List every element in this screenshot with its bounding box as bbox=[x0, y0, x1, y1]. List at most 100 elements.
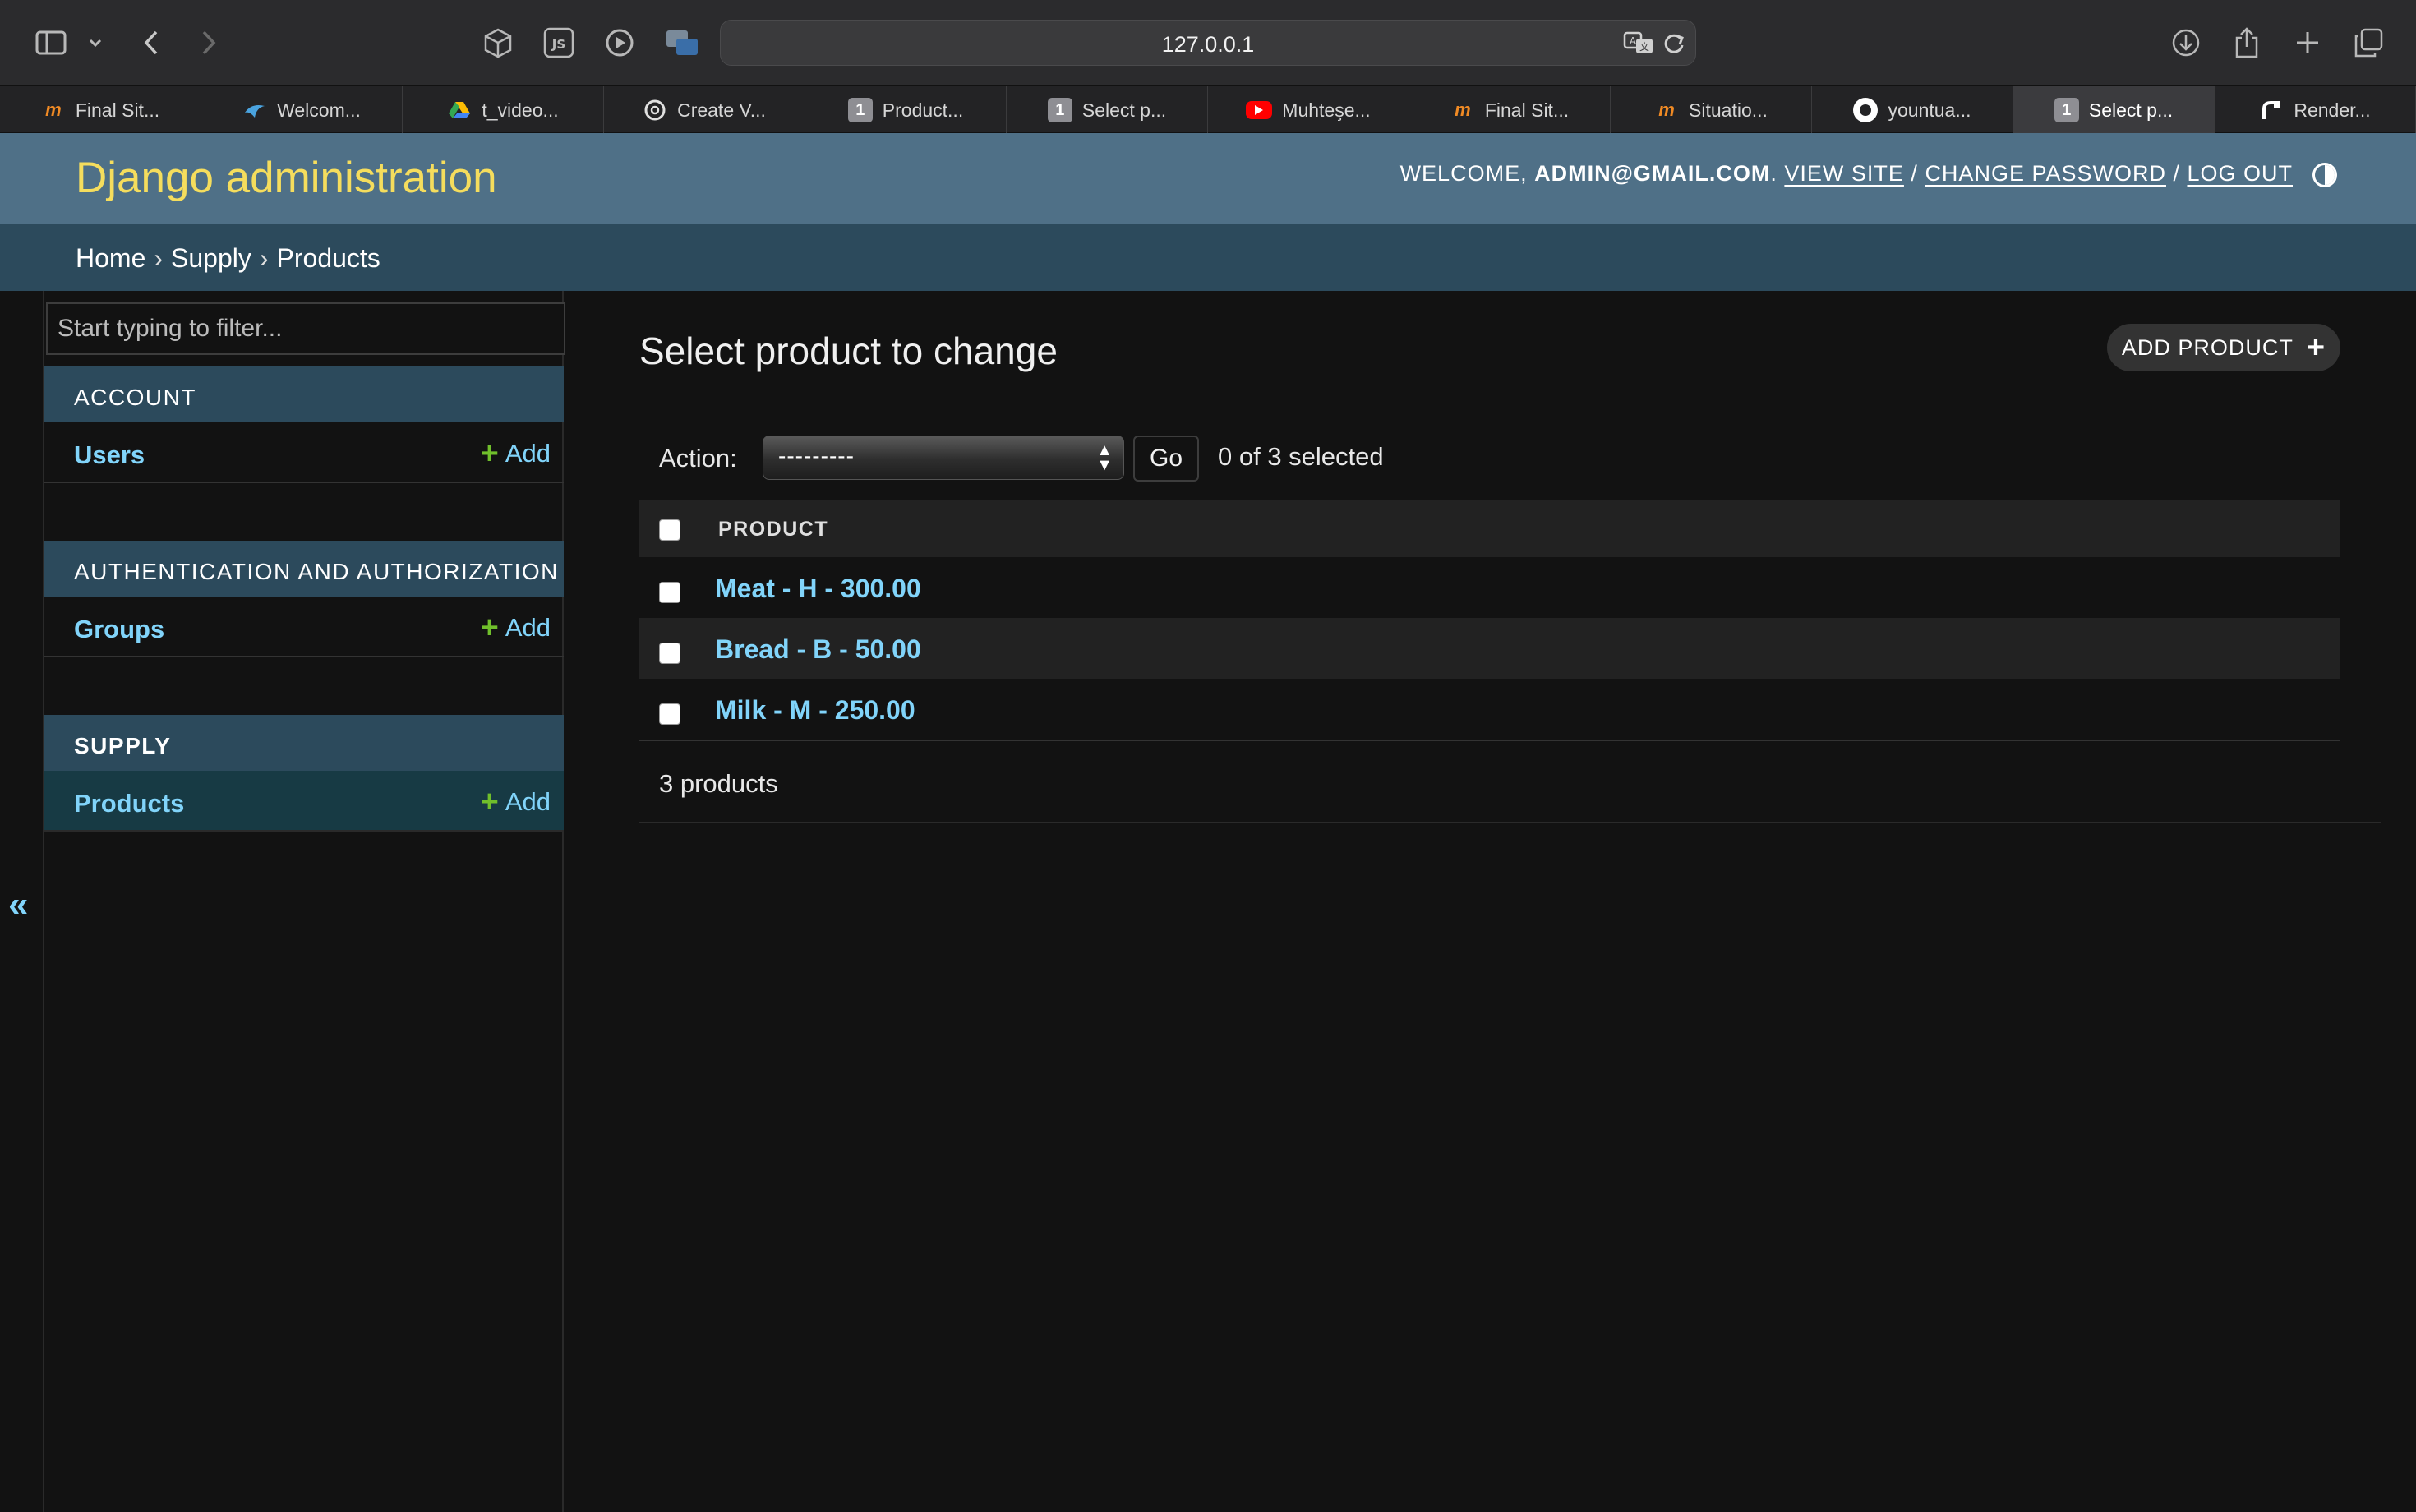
tab-overview-icon[interactable] bbox=[2352, 25, 2385, 61]
table-row: Milk - M - 250.00 bbox=[639, 679, 2340, 740]
back-icon[interactable] bbox=[138, 25, 164, 61]
nav-filter-input[interactable] bbox=[46, 302, 565, 355]
module-caption-account[interactable]: ACCOUNT bbox=[44, 366, 564, 422]
column-header-product[interactable]: PRODUCT bbox=[718, 518, 828, 542]
products-link[interactable]: Products bbox=[74, 789, 184, 818]
separator: . bbox=[1770, 161, 1785, 186]
tab-label: Select p... bbox=[1081, 99, 1167, 121]
change-password-link[interactable]: CHANGE PASSWORD bbox=[1925, 161, 2166, 186]
replay-extension-icon[interactable] bbox=[603, 25, 636, 61]
user-tools: WELCOME, ADMIN@GMAIL.COM. VIEW SITE / CH… bbox=[1400, 161, 2293, 187]
add-product-button[interactable]: ADD PRODUCT + bbox=[2107, 324, 2340, 371]
select-all-checkbox[interactable] bbox=[659, 519, 680, 541]
tab-label: Final Sit... bbox=[75, 99, 160, 121]
tab-label: Select p... bbox=[2088, 99, 2174, 121]
tab-label: Product... bbox=[882, 99, 964, 121]
breadcrumb-supply-link[interactable]: Supply bbox=[171, 243, 251, 273]
browser-tab[interactable]: m Situatio... bbox=[1611, 86, 1812, 134]
browser-tab-active[interactable]: 1 Select p... bbox=[2013, 86, 2215, 134]
svg-text:文: 文 bbox=[1639, 40, 1649, 53]
actions-bar: Action: --------- ▲ ▼ Go 0 of 3 selected bbox=[639, 419, 2340, 491]
action-select[interactable]: --------- ▲ ▼ bbox=[763, 436, 1124, 480]
action-label: Action: bbox=[659, 444, 737, 472]
plus-icon: + bbox=[480, 436, 499, 471]
address-bar[interactable]: 127.0.0.1 A文 bbox=[720, 20, 1696, 66]
svg-text:A: A bbox=[1630, 35, 1637, 47]
table-row: Meat - H - 300.00 bbox=[639, 557, 2340, 618]
product-link[interactable]: Bread - B - 50.00 bbox=[715, 634, 921, 665]
product-link[interactable]: Milk - M - 250.00 bbox=[715, 695, 915, 726]
add-groups-link[interactable]: + Add bbox=[480, 611, 551, 645]
breadcrumb-home-link[interactable]: Home bbox=[76, 243, 145, 273]
mot-icon: m bbox=[1455, 99, 1471, 120]
box-extension-icon[interactable] bbox=[482, 25, 514, 61]
tab-label: Final Sit... bbox=[1484, 99, 1570, 121]
module-caption-auth[interactable]: AUTHENTICATION AND AUTHORIZATION bbox=[44, 541, 564, 597]
render-icon bbox=[2259, 98, 2284, 122]
sidebar-item-users: Users + Add bbox=[44, 422, 564, 483]
module-caption-supply[interactable]: SUPPLY bbox=[44, 715, 564, 771]
log-out-link[interactable]: LOG OUT bbox=[2187, 161, 2293, 186]
number-1-icon: 1 bbox=[847, 98, 873, 122]
mot-icon: m bbox=[45, 99, 62, 120]
tab-label: t_video... bbox=[482, 99, 559, 121]
add-label: Add bbox=[505, 439, 551, 468]
site-branding[interactable]: Django administration bbox=[76, 153, 497, 203]
separator: / bbox=[2165, 161, 2188, 186]
groups-link[interactable]: Groups bbox=[74, 615, 164, 644]
plus-icon: + bbox=[2306, 330, 2326, 365]
browser-tab[interactable]: Muhteşe... bbox=[1208, 86, 1409, 134]
view-site-link[interactable]: VIEW SITE bbox=[1784, 161, 1904, 186]
tab-label: Situatio... bbox=[1689, 99, 1768, 121]
row-checkbox[interactable] bbox=[659, 703, 680, 725]
browser-tab[interactable]: Create V... bbox=[604, 86, 805, 134]
browser-tab[interactable]: m Final Sit... bbox=[1409, 86, 1611, 134]
theme-toggle-icon[interactable] bbox=[2312, 163, 2337, 187]
page-title: Select product to change bbox=[639, 330, 1058, 372]
username: ADMIN@GMAIL.COM bbox=[1534, 161, 1771, 186]
forward-icon[interactable] bbox=[196, 25, 222, 61]
add-label: Add bbox=[505, 613, 551, 642]
tab-label: Create V... bbox=[677, 99, 766, 121]
translate-icon[interactable]: A文 bbox=[1623, 30, 1654, 59]
tab-label: yountua... bbox=[1888, 99, 1971, 121]
product-link[interactable]: Meat - H - 300.00 bbox=[715, 574, 921, 604]
share-icon[interactable] bbox=[2230, 25, 2263, 61]
add-users-link[interactable]: + Add bbox=[480, 436, 551, 471]
site-header: Django administration WELCOME, ADMIN@GMA… bbox=[0, 133, 2416, 224]
downloads-icon[interactable] bbox=[2169, 25, 2202, 61]
mot-icon: m bbox=[1658, 99, 1675, 120]
plus-icon: + bbox=[480, 785, 499, 819]
js-extension-icon[interactable]: JS bbox=[542, 25, 575, 61]
browser-tab[interactable]: Welcom... bbox=[201, 86, 403, 134]
chevron-down-icon[interactable] bbox=[85, 25, 105, 61]
add-products-link[interactable]: + Add bbox=[480, 785, 551, 819]
row-checkbox[interactable] bbox=[659, 643, 680, 664]
reload-icon[interactable] bbox=[1662, 30, 1685, 59]
users-link[interactable]: Users bbox=[74, 440, 145, 470]
add-label: Add bbox=[505, 787, 551, 816]
youtube-icon bbox=[1246, 101, 1273, 119]
sidebar-toggle-icon[interactable] bbox=[31, 25, 71, 61]
row-checkbox[interactable] bbox=[659, 582, 680, 603]
browser-tab[interactable]: 1 Product... bbox=[805, 86, 1007, 134]
browser-tab[interactable]: m Final Sit... bbox=[0, 86, 201, 134]
collapse-sidebar-icon[interactable]: « bbox=[8, 884, 28, 925]
breadcrumb-separator: › bbox=[154, 243, 164, 273]
tab-label: Render... bbox=[2294, 99, 2371, 121]
url-text[interactable]: 127.0.0.1 bbox=[721, 32, 1695, 58]
plus-icon: + bbox=[480, 611, 499, 645]
welcome-text: WELCOME, bbox=[1399, 161, 1535, 186]
go-button[interactable]: Go bbox=[1133, 436, 1199, 482]
nav-sidebar: ACCOUNT Users +Add AUTHENTICATION AND AU… bbox=[43, 291, 565, 1512]
add-product-label: ADD PRODUCT bbox=[2121, 334, 2294, 360]
picture-in-picture-icon[interactable] bbox=[664, 25, 700, 61]
sidebar-item-products: Products + Add bbox=[44, 771, 564, 832]
browser-tab[interactable]: yountua... bbox=[1812, 86, 2013, 134]
number-1-icon: 1 bbox=[2054, 98, 2079, 122]
action-counter: 0 of 3 selected bbox=[1218, 442, 1384, 471]
browser-tab[interactable]: 1 Select p... bbox=[1007, 86, 1208, 134]
browser-tab[interactable]: Render... bbox=[2215, 86, 2416, 134]
new-tab-icon[interactable] bbox=[2291, 25, 2324, 61]
browser-tab[interactable]: t_video... bbox=[403, 86, 604, 134]
